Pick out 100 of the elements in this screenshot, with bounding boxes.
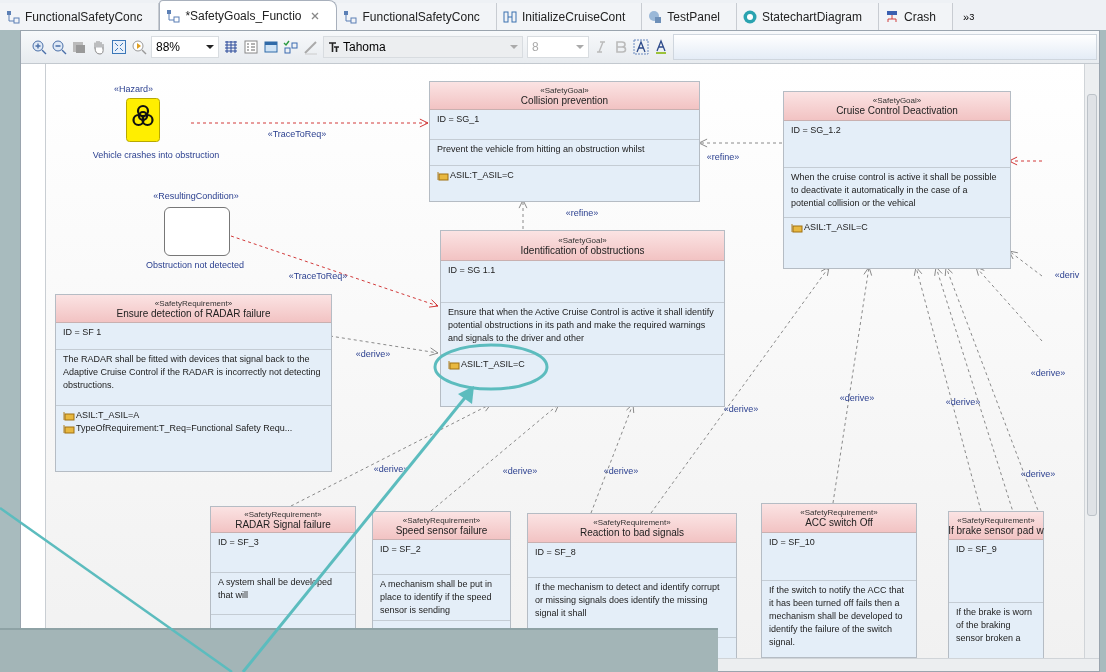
fit-icon[interactable] (111, 39, 127, 55)
condition-node (164, 207, 230, 256)
stereotype-label: «SafetyGoal» (558, 235, 607, 245)
id-text: ID = SF_10 (769, 536, 816, 549)
description-text: If the mechanism to detect and identify corrupt or missing signals does identify the missing signal it shall (535, 581, 721, 620)
block-title: ACC switch Off (805, 517, 873, 528)
connector-label: «derive» (355, 349, 391, 359)
stereotype-label: «SafetyRequirement» (244, 509, 322, 519)
block-title: Speed sensor failure (395, 524, 488, 536)
editor-tab[interactable]: *SafetyGoals_Functio (159, 0, 338, 30)
connector-label: «refine» (565, 208, 599, 218)
id-text: ID = SG_1 (437, 113, 481, 126)
zoom-dropdown[interactable]: 88% (151, 36, 219, 58)
connector-label: «derive» (1030, 368, 1066, 378)
tag-icon (63, 423, 75, 434)
swimlane-icon (502, 9, 517, 24)
zoom-out-icon[interactable] (51, 39, 67, 55)
window-icon[interactable] (263, 39, 279, 55)
connector-label: «derive» (603, 466, 639, 476)
select-icon[interactable] (71, 39, 87, 55)
stereotype-label: «SafetyGoal» (872, 96, 922, 105)
stereotype-label: «SafetyRequirement» (593, 518, 671, 527)
diagram-icon (343, 9, 358, 24)
property-text: ASIL:T_ASIL=C (450, 169, 514, 182)
tag-icon (791, 222, 803, 233)
editor-tab[interactable]: InitializeCruiseCont (496, 3, 643, 30)
stereotype-label: «SafetyGoal» (540, 85, 589, 95)
block-title: Ensure detection of RADAR failure (116, 307, 271, 319)
connector-label: «refine» (706, 152, 740, 162)
stereotype-label: «Hazard» (114, 85, 154, 94)
connector-label: «derive» (1020, 469, 1056, 479)
tree-icon (885, 9, 899, 24)
description-text: If the brake is worn of the braking sensor broken a (956, 606, 1034, 645)
description-text: A mechanism shall be put in place to identify if the speed sensor is sending (380, 578, 494, 617)
line-color-icon[interactable] (303, 39, 319, 55)
font-icon (328, 41, 340, 53)
connector-label: «TraceToReq» (267, 129, 327, 139)
text-format-icon[interactable] (633, 39, 649, 55)
block-title: Identification of obstructions (520, 244, 645, 256)
description-text: If the switch to notify the ACC that it has been turned off fails then a mechanism shall be developed to identify the failure of the switch signal. (769, 584, 906, 649)
stereotype-label: «ResultingCondition» (152, 192, 240, 201)
connector-label: «deriv (1054, 270, 1080, 280)
scroll-thumb[interactable] (1087, 94, 1097, 516)
layout-icon[interactable] (243, 39, 259, 55)
block-title: Cruise Control Deactivation (836, 105, 958, 116)
connector-label: «derive» (502, 466, 538, 476)
editor-tab[interactable]: Crash (879, 3, 954, 30)
id-text: ID = SF_2 (380, 543, 422, 556)
panel-icon (648, 9, 663, 24)
font-color-icon[interactable] (653, 39, 669, 55)
ring-icon (742, 9, 757, 24)
property-text: TypeOfRequirement:T_Req=Functional Safety Requ... (76, 422, 293, 435)
diagram-icon (6, 9, 20, 24)
stereotype-label: «SafetyRequirement» (154, 298, 233, 308)
zoom-in-icon[interactable] (31, 39, 47, 55)
editor-tab[interactable]: FunctionalSafetyConc (0, 3, 160, 30)
description-text: Prevent the vehicle from hitting an obstruction whilst (437, 143, 646, 156)
diagram-icon (166, 8, 181, 23)
editor-tab[interactable]: StatechartDiagram (736, 3, 879, 30)
stereotype-label: «SafetyRequirement» (957, 515, 1035, 525)
block-title: Collision prevention (520, 94, 609, 106)
connector-label: «derive» (945, 397, 981, 407)
connector-label: «derive» (373, 464, 409, 474)
block-title: Reaction to bad signals (580, 527, 684, 538)
stereotype-label: «SafetyRequirement» (402, 515, 481, 525)
block-title: If brake sensor pad w (948, 524, 1044, 536)
property-text: ASIL:T_ASIL=C (461, 358, 525, 371)
block-title: RADAR Signal failure (235, 518, 331, 530)
tag-icon (63, 410, 75, 421)
connector-label: «derive» (839, 393, 875, 403)
hazard-name: Vehicle crashes into obstruction (91, 150, 221, 160)
grid-icon[interactable] (223, 39, 239, 55)
connector-label: «TraceToReq» (288, 271, 348, 281)
description-text: When the cruise control is active it shall be possible to deactivate it automatically in the case of a potential collision or the vehical (791, 171, 998, 210)
editor-tab[interactable]: TestPanel (642, 3, 737, 30)
tag-icon (448, 359, 460, 370)
id-text: ID = SF 1 (63, 326, 103, 339)
description-text: The RADAR shall be fitted with devices that signal back to the Adaptive Cruise Control if the RADAR is incorrectly not detecting obstructions. (63, 353, 322, 392)
vertical-scrollbar[interactable] (1084, 64, 1099, 658)
dependency-connector (518, 199, 528, 230)
connector-label: «derive» (723, 404, 759, 414)
biohazard-icon (126, 98, 160, 142)
id-text: ID = SF_3 (218, 536, 260, 549)
tag-icon (437, 170, 449, 181)
trace-connector (1008, 156, 1043, 166)
close-icon[interactable] (310, 10, 321, 21)
id-text: ID = SF_8 (535, 546, 577, 559)
condition-name: Obstruction not detected (144, 260, 246, 270)
stereotype-label: «SafetyRequirement» (800, 508, 878, 517)
id-text: ID = SG_1.2 (791, 124, 842, 137)
id-text: ID = SG 1.1 (448, 264, 497, 277)
hand-icon[interactable] (91, 39, 107, 55)
checklist-icon[interactable] (283, 39, 299, 55)
editor-tab[interactable]: FunctionalSafetyConc (337, 3, 497, 30)
description-text: Ensure that when the Active Cruise Control is active it shall identify potential obstructions in its path and make the required warnings and signals to the driver and other (448, 306, 715, 345)
property-text: ASIL:T_ASIL=A (76, 409, 140, 422)
zoom-tool-icon[interactable] (131, 39, 147, 55)
font-dropdown[interactable]: Tahoma (323, 36, 523, 58)
id-text: ID = SF_9 (956, 543, 998, 556)
property-text: ASIL:T_ASIL=C (804, 221, 868, 234)
